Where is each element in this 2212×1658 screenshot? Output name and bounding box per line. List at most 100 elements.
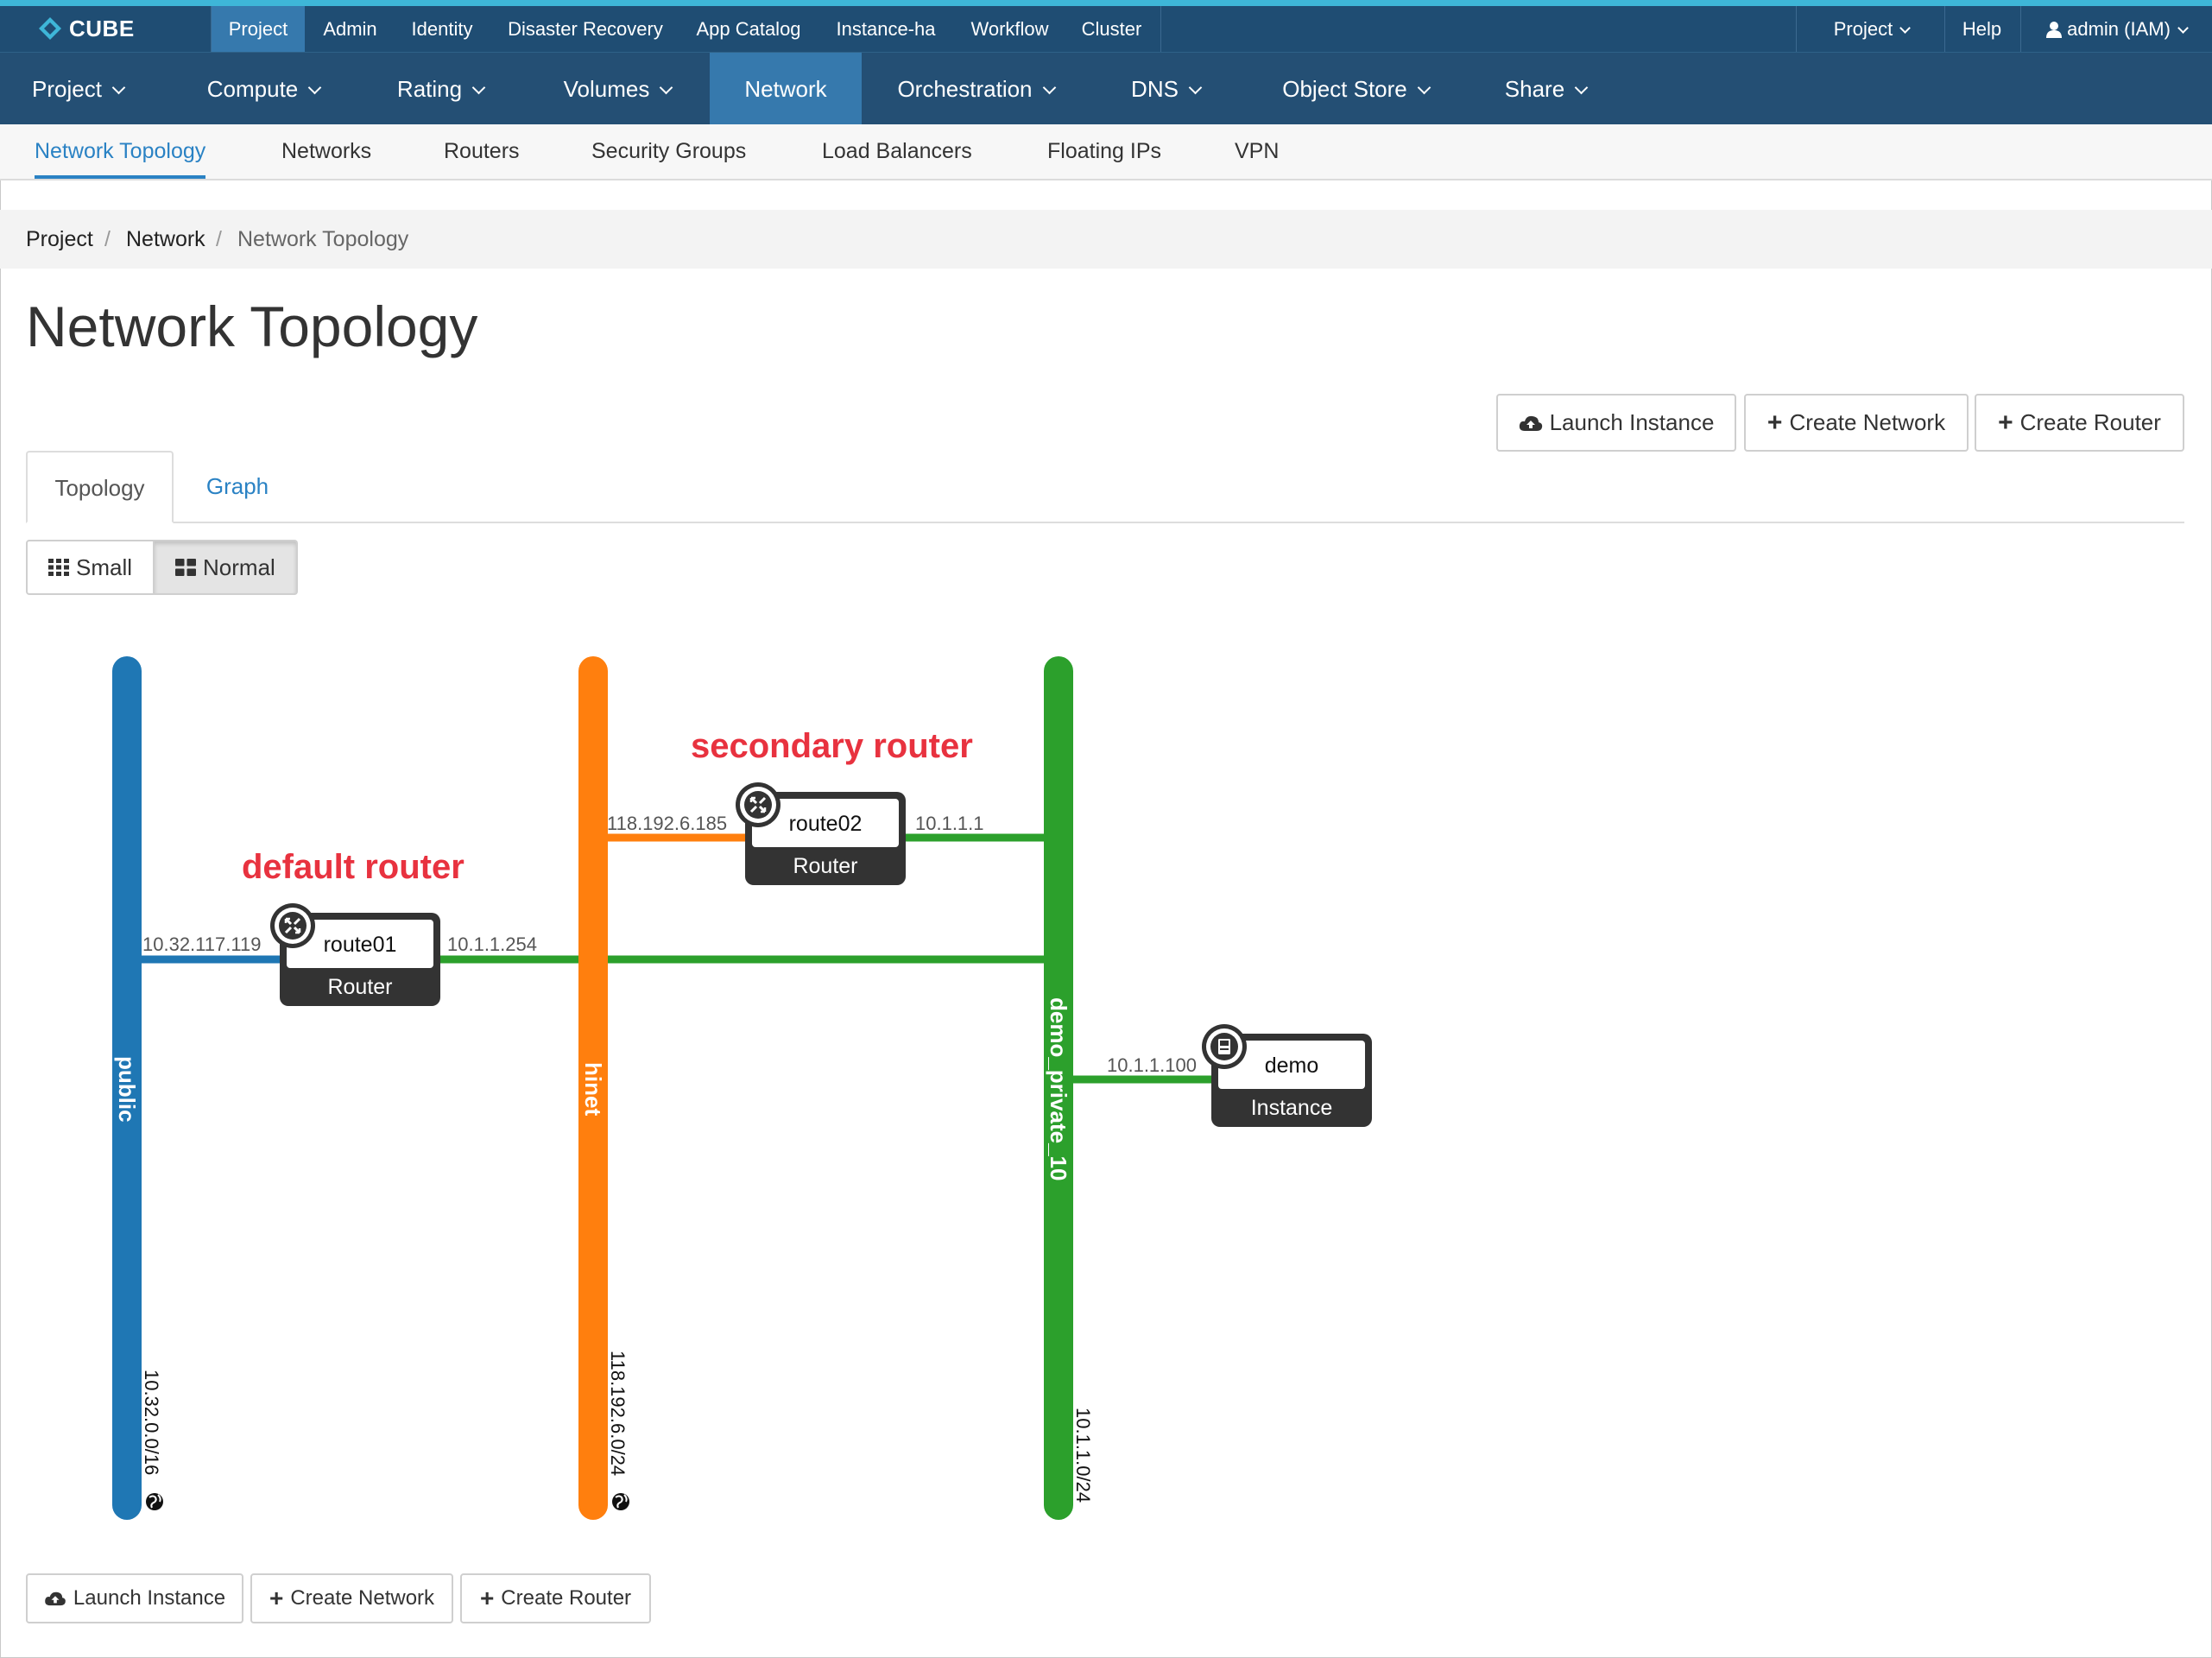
cloud-upload-icon — [1519, 415, 1542, 431]
chevron-down-icon — [1417, 80, 1431, 95]
router-type: Router — [327, 975, 392, 999]
route02-private-ip: 10.1.1.1 — [915, 813, 984, 834]
network-demo-private-cidr: 10.1.1.0/24 — [1072, 1408, 1094, 1503]
subnav-load-balancers[interactable]: Load Balancers — [822, 124, 972, 179]
nav-object-store[interactable]: Object Store — [1265, 53, 1446, 125]
nav-orchestration[interactable]: Orchestration — [881, 53, 1071, 125]
chevron-down-icon — [1574, 80, 1589, 95]
user-menu[interactable]: admin (IAM) — [2024, 6, 2209, 52]
view-tabs: Topology Graph — [26, 451, 2184, 523]
router-name: route02 — [789, 812, 863, 836]
chevron-down-icon — [660, 80, 673, 95]
network-topology-canvas: public 10.32.0.0/16 hinet 118.192.6.0/24… — [112, 656, 1372, 1520]
subnav-network-topology[interactable]: Network Topology — [35, 124, 206, 179]
network-demo-private-10[interactable]: demo_private_10 10.1.1.0/24 — [1044, 656, 1094, 1520]
subnav-routers[interactable]: Routers — [444, 124, 520, 179]
router-route02[interactable]: route02 Router — [736, 782, 906, 885]
top-nav-disaster-recovery[interactable]: Disaster Recovery — [499, 6, 672, 52]
secondary-router-annotation: secondary router — [691, 727, 973, 765]
nav-share[interactable]: Share — [1489, 53, 1602, 125]
chevron-down-icon — [111, 80, 126, 95]
nav-dns[interactable]: DNS — [1114, 53, 1217, 125]
instance-demo[interactable]: demo Instance — [1202, 1024, 1372, 1127]
launch-instance-label: Launch Instance — [1549, 409, 1715, 435]
subnav-floating-ips[interactable]: Floating IPs — [1047, 124, 1161, 179]
user-icon — [2046, 22, 2063, 38]
create-network-button[interactable]: + Create Network — [1744, 394, 1969, 452]
create-router-button[interactable]: + Create Router — [1975, 394, 2184, 452]
router-icon — [736, 782, 781, 827]
launch-instance-button-bottom[interactable]: Launch Instance — [26, 1573, 243, 1623]
project-dropdown[interactable]: Project — [1800, 6, 1943, 52]
brand-logo[interactable]: CUBE — [38, 13, 135, 44]
plus-icon: + — [269, 1585, 284, 1611]
normal-view-label: Normal — [203, 554, 275, 580]
router-route01[interactable]: route01 Router — [270, 903, 440, 1006]
nav-compute-label: Compute — [206, 76, 299, 102]
network-public-name: public — [114, 1056, 140, 1123]
chevron-down-icon — [1042, 80, 1056, 95]
top-nav-app-catalog[interactable]: App Catalog — [688, 6, 809, 52]
default-router-annotation: default router — [242, 848, 465, 886]
nav-compute[interactable]: Compute — [186, 53, 341, 125]
normal-view-button[interactable]: Normal — [155, 540, 298, 595]
top-nav-project[interactable]: Project — [212, 6, 305, 52]
nav-rating[interactable]: Rating — [380, 53, 501, 125]
globe-icon — [612, 1493, 629, 1510]
subnav-vpn[interactable]: VPN — [1235, 124, 1279, 179]
user-menu-label: admin (IAM) — [2067, 18, 2171, 40]
instance-name: demo — [1265, 1054, 1319, 1078]
size-toggle: Small Normal — [26, 540, 298, 595]
create-network-button-bottom[interactable]: + Create Network — [250, 1573, 453, 1623]
network-public-cidr: 10.32.0.0/16 — [141, 1370, 162, 1475]
project-dropdown-label: Project — [1833, 18, 1893, 40]
create-router-label: Create Router — [2019, 409, 2161, 435]
network-hinet[interactable]: hinet 118.192.6.0/24 — [578, 656, 629, 1520]
chevron-down-icon — [307, 80, 322, 95]
nav-project[interactable]: Project — [17, 53, 138, 125]
breadcrumb-current: Network Topology — [237, 227, 409, 251]
nav-volumes[interactable]: Volumes — [544, 53, 691, 125]
create-network-label: Create Network — [1789, 409, 1946, 435]
cube-logo-icon — [39, 17, 61, 40]
help-link[interactable]: Help — [1945, 6, 2019, 52]
create-router-button-bottom[interactable]: + Create Router — [460, 1573, 651, 1623]
subnav-networks[interactable]: Networks — [281, 124, 371, 179]
breadcrumb: Project / Network / Network Topology — [0, 210, 2212, 269]
top-nav-identity[interactable]: Identity — [399, 6, 485, 52]
grid-small-icon — [48, 559, 69, 576]
router-name: route01 — [324, 933, 397, 957]
route01-private-ip: 10.1.1.254 — [447, 933, 537, 955]
launch-instance-button[interactable]: Launch Instance — [1496, 394, 1736, 452]
tab-graph[interactable]: Graph — [181, 451, 294, 522]
nav-orchestration-label: Orchestration — [897, 76, 1033, 102]
breadcrumb-separator: / — [216, 227, 222, 251]
breadcrumb-separator: / — [104, 227, 111, 251]
top-nav-workflow[interactable]: Workflow — [960, 6, 1059, 52]
nav-rating-label: Rating — [396, 76, 463, 102]
route01-public-ip: 10.32.117.119 — [142, 933, 261, 955]
network-demo-private-name: demo_private_10 — [1046, 997, 1071, 1180]
breadcrumb-project[interactable]: Project — [26, 210, 93, 269]
chevron-down-icon — [1899, 22, 1912, 34]
chevron-down-icon — [1188, 80, 1203, 95]
small-view-label: Small — [76, 554, 133, 580]
chevron-down-icon — [2177, 22, 2189, 34]
server-icon — [1202, 1024, 1247, 1069]
tab-topology[interactable]: Topology — [26, 451, 174, 523]
nav-project-label: Project — [32, 76, 102, 102]
plus-icon: + — [479, 1585, 495, 1611]
plus-icon: + — [1766, 408, 1783, 437]
brand-name: CUBE — [69, 15, 135, 41]
network-public[interactable]: public 10.32.0.0/16 — [112, 656, 163, 1520]
small-view-button[interactable]: Small — [26, 540, 155, 595]
top-nav-admin[interactable]: Admin — [309, 6, 391, 52]
breadcrumb-network[interactable]: Network — [126, 210, 205, 269]
top-accent-bar — [0, 0, 2212, 6]
sub-nav: Network Topology Networks Routers Securi… — [0, 124, 2212, 180]
subnav-security-groups[interactable]: Security Groups — [591, 124, 746, 179]
top-nav-cluster[interactable]: Cluster — [1071, 6, 1153, 52]
nav-network[interactable]: Network — [710, 53, 862, 125]
top-nav-instance-ha[interactable]: Instance-ha — [825, 6, 946, 52]
nav-share-label: Share — [1504, 76, 1565, 102]
